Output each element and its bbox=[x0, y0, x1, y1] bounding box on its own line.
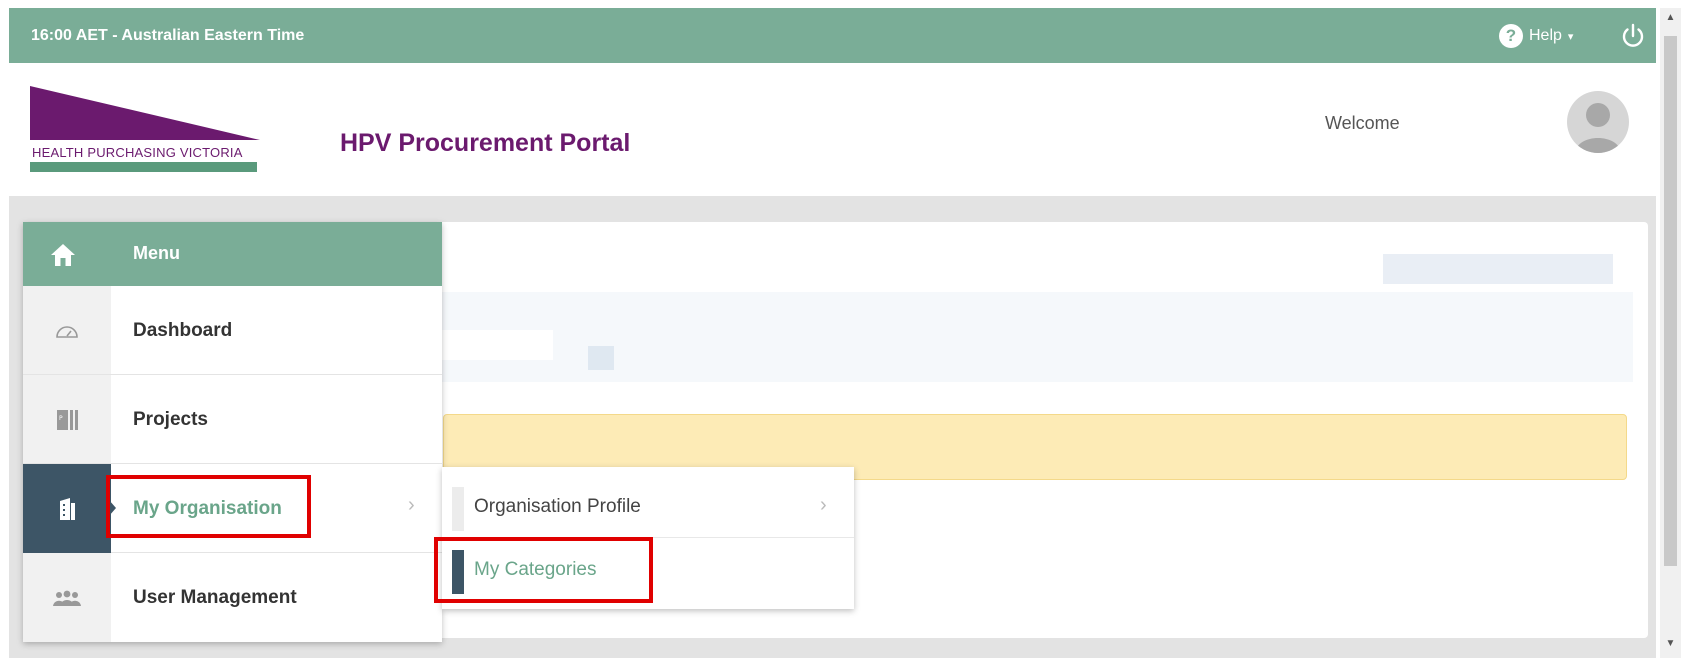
blurred-content bbox=[1383, 254, 1613, 284]
question-circle-icon: ? bbox=[1499, 24, 1523, 48]
menu-item-projects[interactable]: P Projects bbox=[23, 375, 442, 464]
menu-item-dashboard[interactable]: Dashboard bbox=[23, 286, 442, 375]
chevron-right-icon: › bbox=[820, 494, 827, 516]
menu-item-label: User Management bbox=[133, 587, 297, 608]
portal-title: HPV Procurement Portal bbox=[340, 129, 631, 157]
menu-item-icon-cell bbox=[23, 553, 111, 642]
menu-item-label: Dashboard bbox=[133, 320, 233, 341]
logo-shape bbox=[30, 86, 260, 172]
scroll-down-arrow-icon[interactable]: ▼ bbox=[1660, 638, 1681, 658]
menu-item-label: Projects bbox=[133, 409, 208, 430]
menu-item-user-management[interactable]: User Management bbox=[23, 553, 442, 642]
menu-item-icon-cell: P bbox=[23, 375, 111, 464]
scroll-thumb[interactable] bbox=[1664, 36, 1677, 566]
chevron-right-icon: › bbox=[408, 494, 415, 516]
submenu-item-marker bbox=[452, 487, 464, 531]
browser-page: 16:00 AET - Australian Eastern Time ? He… bbox=[0, 0, 1681, 658]
building-icon bbox=[60, 497, 75, 520]
home-icon bbox=[51, 244, 75, 266]
blurred-content bbox=[588, 346, 614, 370]
menu-item-icon-cell bbox=[23, 286, 111, 375]
timezone-label: 16:00 AET - Australian Eastern Time bbox=[31, 27, 305, 44]
page-scrollbar[interactable]: ▲ ▼ bbox=[1660, 8, 1681, 658]
caret-down-icon: ▾ bbox=[1567, 30, 1574, 43]
projects-icon: P bbox=[57, 409, 78, 430]
menu-title: Menu bbox=[133, 243, 180, 263]
power-icon[interactable] bbox=[1618, 21, 1648, 51]
blurred-content bbox=[423, 330, 553, 360]
highlight-box-my-organisation bbox=[106, 475, 311, 538]
menu-item-icon-cell bbox=[23, 464, 111, 553]
submenu-item-organisation-profile[interactable]: Organisation Profile › bbox=[442, 475, 854, 538]
submenu-item-label: Organisation Profile bbox=[474, 496, 641, 517]
user-silhouette-icon bbox=[1575, 103, 1621, 153]
header: HEALTH PURCHASING VICTORIA HPV Procureme… bbox=[9, 63, 1656, 196]
top-bar: 16:00 AET - Australian Eastern Time ? He… bbox=[9, 8, 1656, 63]
svg-text:P: P bbox=[59, 415, 63, 422]
users-icon bbox=[53, 590, 81, 606]
welcome-label: Welcome bbox=[1325, 113, 1400, 133]
logo-text: HEALTH PURCHASING VICTORIA bbox=[32, 145, 243, 160]
main-menu: Menu Dashboard P Projects My Organisatio… bbox=[23, 222, 442, 642]
hpv-logo[interactable]: HEALTH PURCHASING VICTORIA bbox=[30, 86, 281, 178]
gauge-icon bbox=[56, 325, 78, 338]
avatar[interactable] bbox=[1567, 91, 1629, 153]
help-menu[interactable]: ? Help ▾ bbox=[1499, 23, 1573, 49]
scroll-up-arrow-icon[interactable]: ▲ bbox=[1660, 12, 1681, 32]
highlight-box-my-categories bbox=[434, 537, 653, 603]
menu-header[interactable]: Menu bbox=[23, 222, 442, 286]
help-label: Help bbox=[1529, 27, 1562, 44]
